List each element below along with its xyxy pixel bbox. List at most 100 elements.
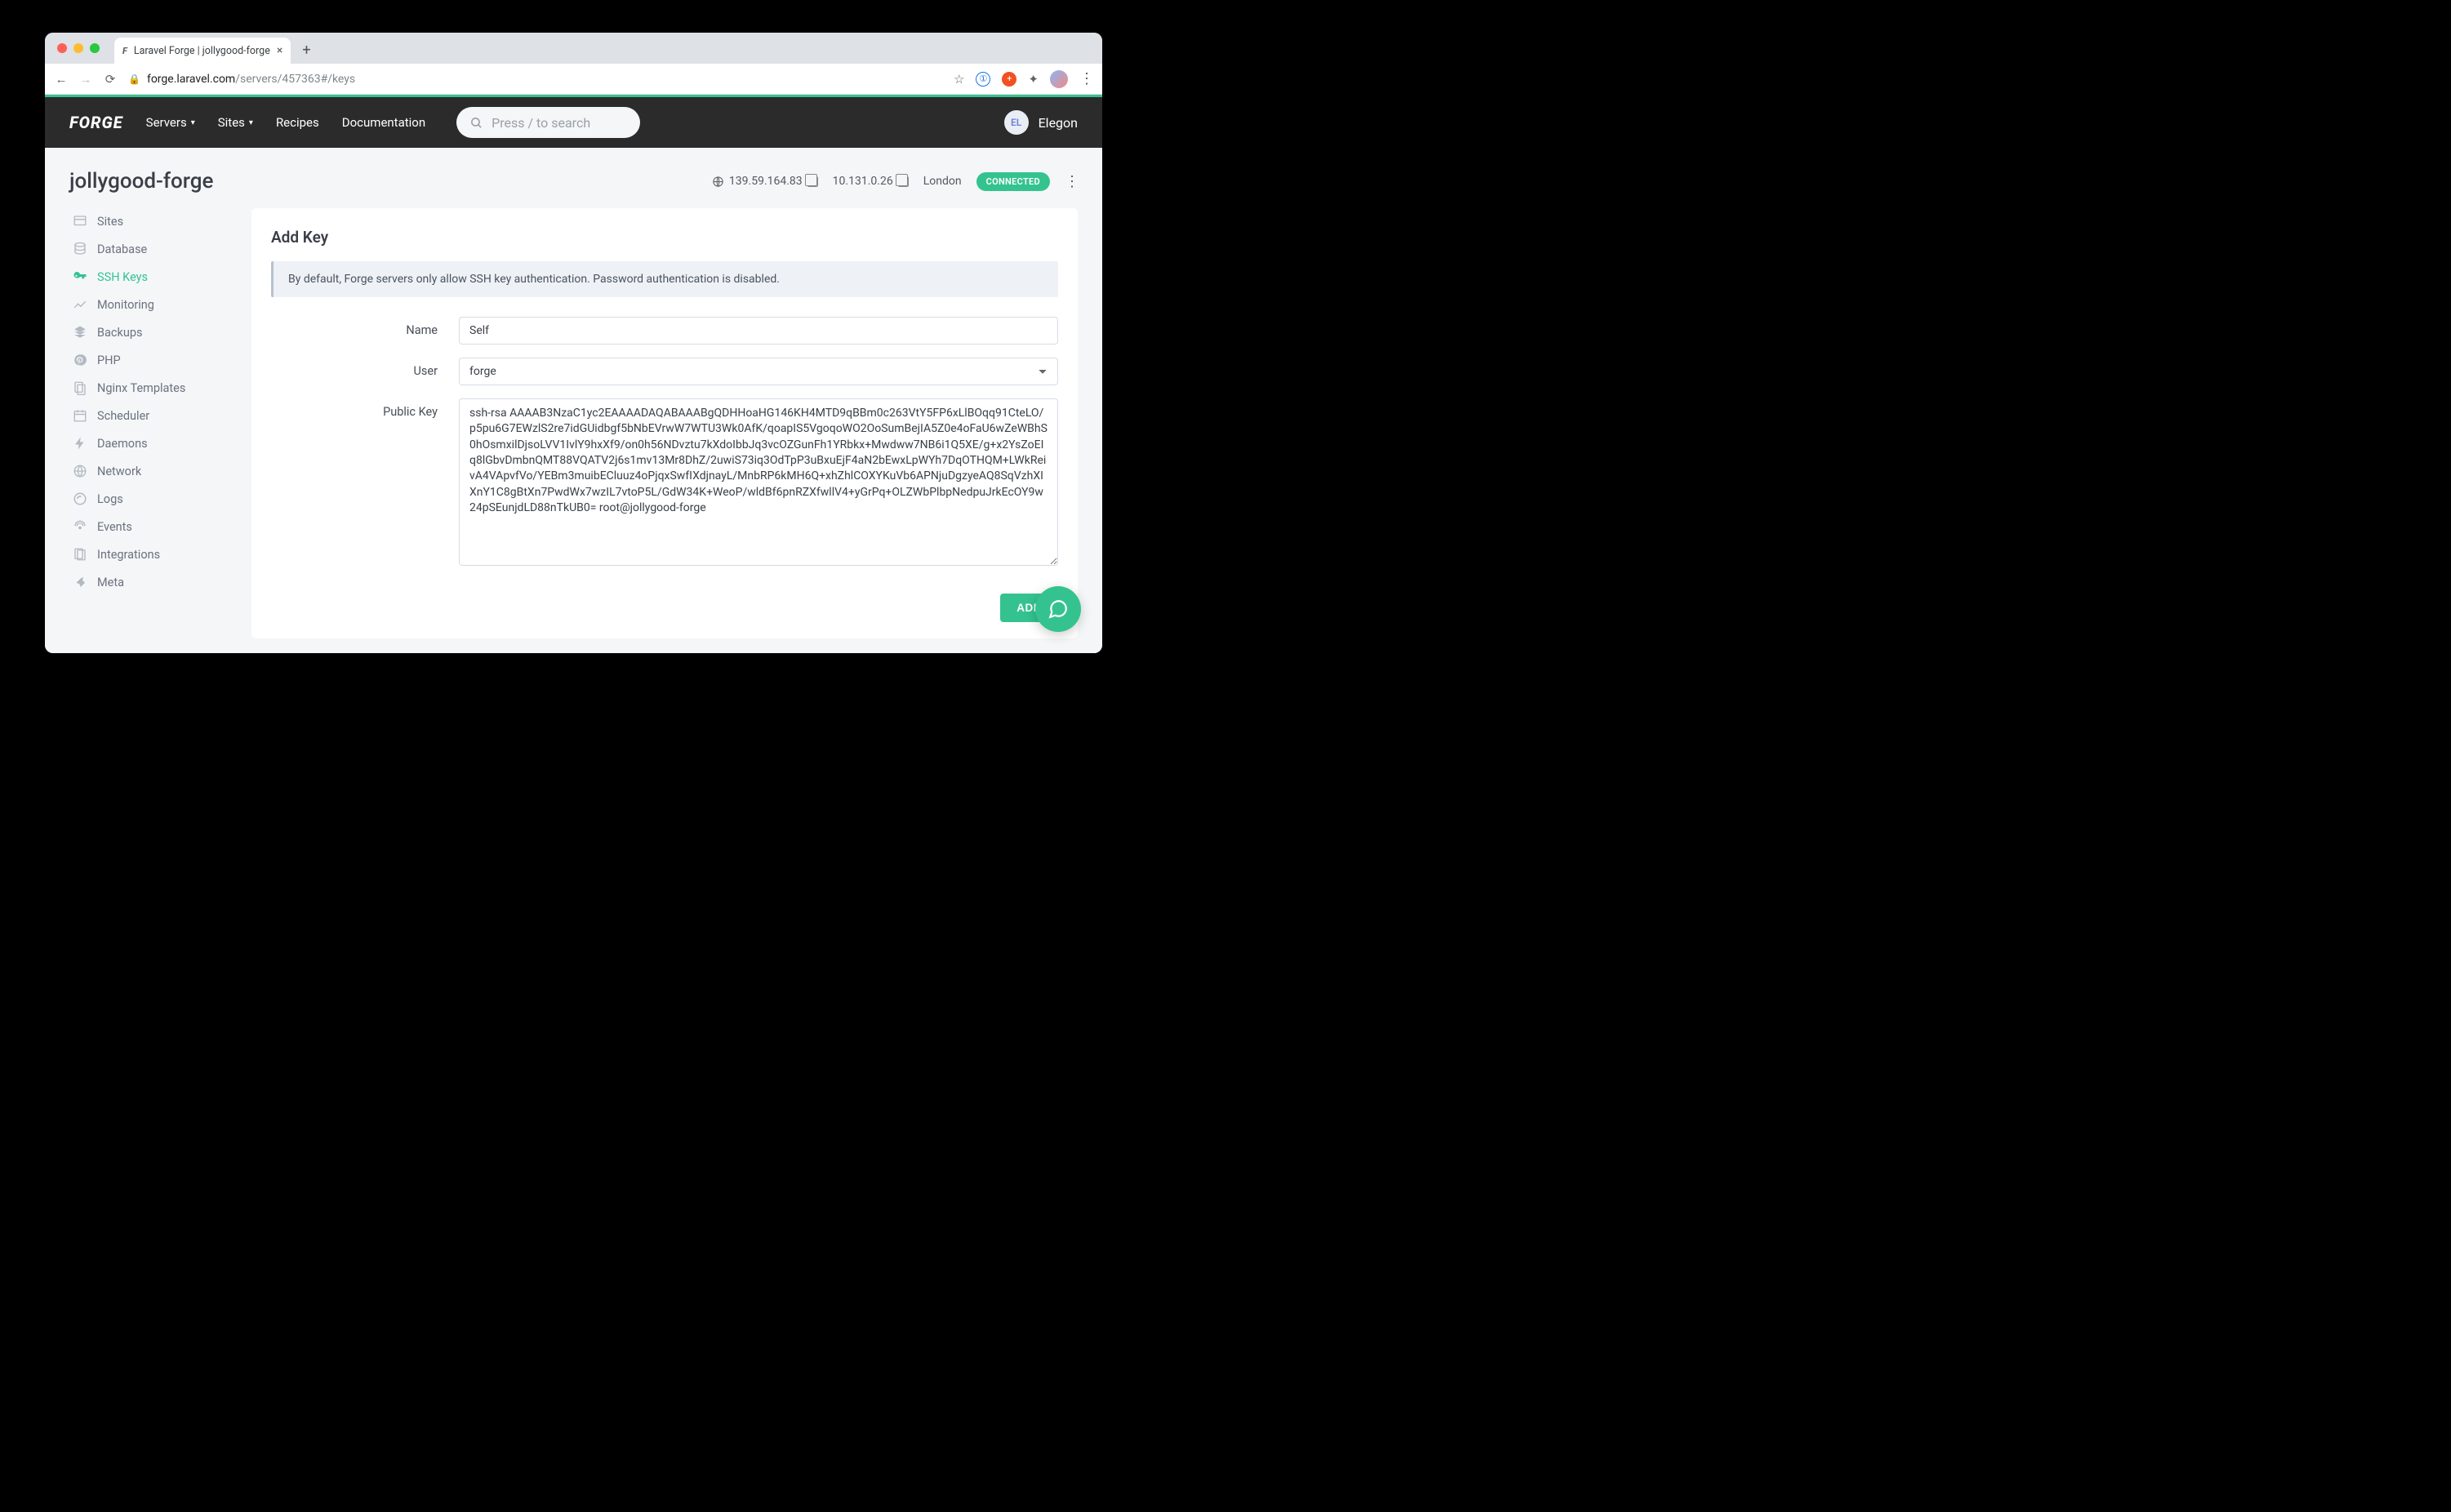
sidebar-item-logs[interactable]: Logs [69,486,229,512]
scheduler-icon [73,408,87,423]
sidebar-item-sites[interactable]: Sites [69,208,229,234]
sidebar-item-meta[interactable]: Meta [69,569,229,595]
url-host: forge.laravel.com [147,73,235,86]
maximize-window-icon[interactable] [90,43,100,53]
label-name: Name [271,317,459,337]
add-key-card: Add Key By default, Forge servers only a… [251,208,1078,638]
label-user: User [271,358,459,378]
user-name[interactable]: Elegon [1039,115,1078,131]
sidebar-item-network[interactable]: Network [69,458,229,484]
url-path: /servers/457363#/keys [235,73,355,86]
extension-icon[interactable]: + [1002,72,1016,87]
forward-button[interactable]: → [79,72,92,87]
minimize-window-icon[interactable] [73,43,83,53]
user-avatar[interactable]: EL [1004,110,1029,135]
sidebar-item-label: Nginx Templates [97,381,185,395]
search-input[interactable]: Press / to search [456,107,640,138]
chat-icon [1048,598,1069,620]
sidebar-item-php[interactable]: PHP [69,347,229,373]
sidebar-item-integrations[interactable]: Integrations [69,541,229,567]
lock-icon: 🔒 [128,73,140,85]
sidebar-item-label: Logs [97,492,123,506]
sites-icon [73,214,87,229]
backups-icon [73,325,87,340]
bookmark-icon[interactable]: ☆ [954,72,964,87]
copy-icon[interactable] [898,176,909,187]
sidebar-item-label: Events [97,520,132,534]
chevron-down-icon: ▾ [249,118,253,127]
card-title: Add Key [271,228,1058,247]
forge-logo[interactable]: FORGE [69,113,123,132]
nginx-icon [73,380,87,395]
sidebar-item-label: Monitoring [97,298,154,312]
php-icon [73,353,87,367]
private-ip: 10.131.0.26 [833,175,909,188]
browser-tab[interactable]: F Laravel Forge | jollygood-forge × [114,38,291,64]
sidebar-item-label: PHP [97,354,121,367]
tab-title: Laravel Forge | jollygood-forge [134,45,270,57]
info-banner: By default, Forge servers only allow SSH… [271,261,1058,297]
extension-1password-icon[interactable]: ① [976,72,990,87]
monitoring-icon [73,297,87,312]
status-badge: CONNECTED [976,172,1050,191]
sidebar-item-label: Network [97,465,141,478]
address-bar[interactable]: 🔒 forge.laravel.com/servers/457363#/keys [128,73,942,86]
server-menu-icon[interactable]: ⋮ [1065,173,1078,190]
sidebar-item-backups[interactable]: Backups [69,319,229,345]
daemons-icon [73,436,87,451]
favicon-icon: F [122,46,127,56]
nav-docs[interactable]: Documentation [342,115,425,130]
new-tab-button[interactable]: + [297,42,315,59]
sidebar-item-daemons[interactable]: Daemons [69,430,229,456]
sidebar-item-scheduler[interactable]: Scheduler [69,402,229,429]
close-window-icon[interactable] [57,43,67,53]
sidebar-item-label: Meta [97,576,124,589]
name-input[interactable] [459,317,1058,345]
logs-icon [73,491,87,506]
sidebar-item-label: Daemons [97,437,148,451]
search-icon [469,116,483,130]
page-header: jollygood-forge 139.59.164.83 10.131.0.2… [69,162,1078,208]
search-placeholder: Press / to search [492,115,590,131]
profile-avatar-icon[interactable] [1050,70,1068,88]
public-key-textarea[interactable] [459,398,1058,566]
browser-toolbar: ← → ⟳ 🔒 forge.laravel.com/servers/457363… [45,64,1102,95]
nav-recipes[interactable]: Recipes [276,115,319,130]
nav-servers[interactable]: Servers▾ [146,115,195,130]
sidebar-item-label: Integrations [97,548,160,562]
user-select[interactable]: forge [459,358,1058,385]
sidebar-item-label: Database [97,242,147,256]
sidebar-item-monitoring[interactable]: Monitoring [69,291,229,318]
window-controls [57,43,100,53]
sidebar-item-label: Backups [97,326,142,340]
sidebar-item-nginx[interactable]: Nginx Templates [69,375,229,401]
browser-menu-icon[interactable]: ⋮ [1079,70,1092,87]
page-body: jollygood-forge 139.59.164.83 10.131.0.2… [45,148,1102,653]
sidebar-item-label: SSH Keys [97,270,148,284]
meta-icon [73,575,87,589]
sidebar-item-database[interactable]: Database [69,236,229,262]
events-icon [73,519,87,534]
chevron-down-icon: ▾ [191,118,195,127]
globe-icon [712,176,724,188]
nav-sites[interactable]: Sites▾ [218,115,253,130]
public-ip: 139.59.164.83 [712,175,818,188]
network-icon [73,464,87,478]
help-fab[interactable] [1035,586,1081,632]
sidebar: Sites Database SSH Keys Monitoring Backups PH… [69,208,229,638]
close-tab-icon[interactable]: × [277,44,282,57]
copy-icon[interactable] [807,176,818,187]
sidebar-item-events[interactable]: Events [69,514,229,540]
reload-button[interactable]: ⟳ [104,72,117,87]
sidebar-item-ssh-keys[interactable]: SSH Keys [69,264,229,290]
server-region: London [923,175,962,188]
browser-tab-bar: F Laravel Forge | jollygood-forge × + [45,33,1102,64]
server-name: jollygood-forge [69,169,213,193]
extensions-puzzle-icon[interactable]: ✦ [1028,72,1039,87]
app-header: FORGE Servers▾ Sites▾ Recipes Documentat… [45,97,1102,148]
browser-window: F Laravel Forge | jollygood-forge × + ← … [45,33,1102,653]
integrations-icon [73,547,87,562]
ssh-keys-icon [73,269,87,284]
sidebar-item-label: Scheduler [97,409,149,423]
back-button[interactable]: ← [55,72,68,87]
